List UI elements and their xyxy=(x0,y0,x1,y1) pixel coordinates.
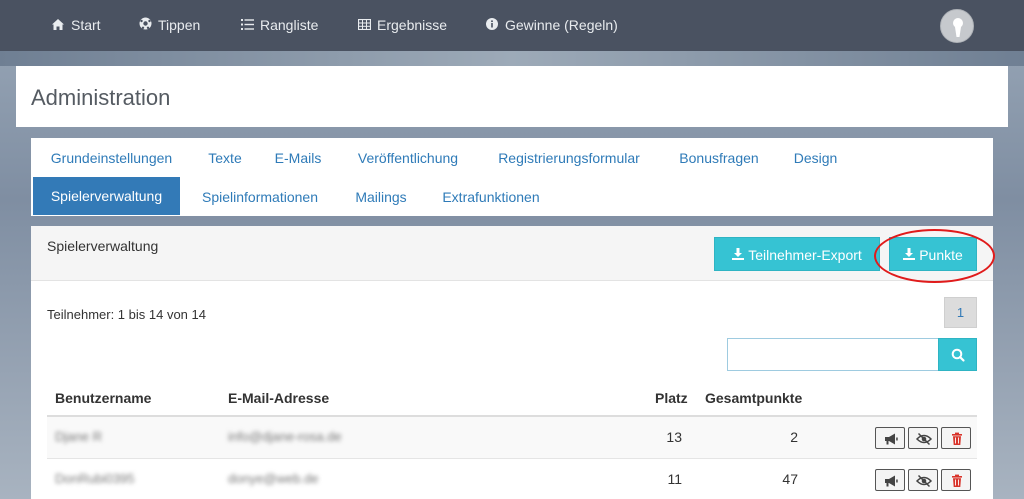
email-cell: info@djane-rosa.de xyxy=(228,429,342,444)
nav-gewinne-label: Gewinne (Regeln) xyxy=(505,17,618,33)
nav-rangliste-label: Rangliste xyxy=(260,17,319,33)
tab-mailings[interactable]: Mailings xyxy=(338,178,424,216)
admin-tabs: Grundeinstellungen Texte E-Mails Veröffe… xyxy=(31,138,993,216)
column-header-username[interactable]: Benutzername xyxy=(55,390,151,406)
trash-icon xyxy=(952,432,962,445)
tab-texte[interactable]: Texte xyxy=(192,139,258,177)
delete-button[interactable] xyxy=(941,469,971,491)
list-icon xyxy=(240,1,254,52)
panel-header: Spielerverwaltung Teilnehmer-Export Punk… xyxy=(31,226,993,281)
tab-bonusfragen[interactable]: Bonusfragen xyxy=(660,139,778,177)
table-row: DonRubi0395 donye@web.de 11 47 xyxy=(47,459,977,499)
nav-gewinne[interactable]: Gewinne (Regeln) xyxy=(485,0,618,51)
nav-tippen-label: Tippen xyxy=(158,17,201,33)
column-header-total-points[interactable]: Gesamtpunkte xyxy=(705,390,802,406)
trash-icon xyxy=(952,474,962,487)
announce-button[interactable] xyxy=(875,469,905,491)
nav-rangliste[interactable]: Rangliste xyxy=(240,0,318,51)
points-cell: 2 xyxy=(790,429,798,445)
username-cell: Djane R xyxy=(55,429,102,444)
nav-start-label: Start xyxy=(71,17,101,33)
table-icon xyxy=(357,1,371,52)
pagination-page-1[interactable]: 1 xyxy=(944,297,977,328)
column-header-email[interactable]: E-Mail-Adresse xyxy=(228,390,329,406)
page-title: Administration xyxy=(31,85,171,110)
soccer-ball-icon xyxy=(138,1,152,52)
hide-button[interactable] xyxy=(908,427,938,449)
background-strip xyxy=(0,51,1024,66)
eye-slash-icon xyxy=(915,474,933,488)
user-avatar-icon[interactable] xyxy=(940,9,974,43)
highlight-annotation xyxy=(874,229,995,283)
place-cell: 11 xyxy=(667,471,682,487)
nav-start[interactable]: Start xyxy=(51,0,101,51)
hide-button[interactable] xyxy=(908,469,938,491)
tab-e-mails[interactable]: E-Mails xyxy=(258,139,338,177)
nav-tippen[interactable]: Tippen xyxy=(138,0,200,51)
tab-veroeffentlichung[interactable]: Veröffentlichung xyxy=(338,139,478,177)
info-icon xyxy=(485,1,499,52)
title-panel: Administration xyxy=(16,66,1008,127)
tab-design[interactable]: Design xyxy=(778,139,853,177)
nav-ergebnisse[interactable]: Ergebnisse xyxy=(357,0,447,51)
search-input[interactable] xyxy=(727,338,939,371)
tab-spielinformationen[interactable]: Spielinformationen xyxy=(182,178,338,216)
participant-export-label: Teilnehmer-Export xyxy=(748,247,862,263)
tab-registrierungsformular[interactable]: Registrierungsformular xyxy=(478,139,660,177)
top-navbar: Start Tippen Rangliste Ergebnisse Gewinn… xyxy=(0,0,1024,51)
player-management-panel: Spielerverwaltung Teilnehmer-Export Punk… xyxy=(31,226,993,499)
table-row: Djane R info@djane-rosa.de 13 2 xyxy=(47,417,977,459)
home-icon xyxy=(51,1,65,52)
delete-button[interactable] xyxy=(941,427,971,449)
column-header-place[interactable]: Platz xyxy=(655,390,688,406)
place-cell: 13 xyxy=(666,429,682,445)
panel-title: Spielerverwaltung xyxy=(47,238,159,254)
tab-spielerverwaltung[interactable]: Spielerverwaltung xyxy=(33,177,180,215)
megaphone-icon xyxy=(885,475,898,487)
search-icon xyxy=(951,348,965,362)
eye-slash-icon xyxy=(915,432,933,446)
points-cell: 47 xyxy=(782,471,798,487)
tab-grundeinstellungen[interactable]: Grundeinstellungen xyxy=(31,139,192,177)
nav-ergebnisse-label: Ergebnisse xyxy=(377,17,448,33)
email-cell: donye@web.de xyxy=(228,471,319,486)
participant-export-button[interactable]: Teilnehmer-Export xyxy=(714,237,880,271)
megaphone-icon xyxy=(885,433,898,445)
announce-button[interactable] xyxy=(875,427,905,449)
download-icon xyxy=(732,239,745,273)
username-cell: DonRubi0395 xyxy=(55,471,135,486)
tab-extrafunktionen[interactable]: Extrafunktionen xyxy=(424,178,558,216)
search-button[interactable] xyxy=(938,338,977,371)
participant-count: Teilnehmer: 1 bis 14 von 14 xyxy=(47,307,206,322)
